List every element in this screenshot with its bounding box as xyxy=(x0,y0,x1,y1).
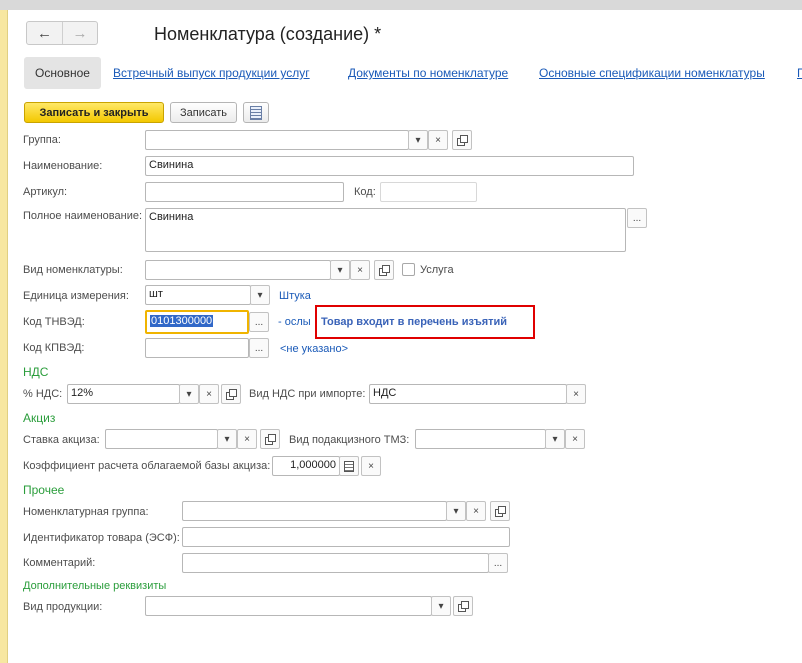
open-copy-icon[interactable] xyxy=(452,130,472,150)
name-field[interactable]: Свинина xyxy=(145,156,634,176)
clear-icon[interactable]: × xyxy=(237,429,257,449)
additional-attributes-link[interactable]: Дополнительные реквизиты xyxy=(23,580,166,592)
comment-field[interactable] xyxy=(182,553,489,573)
excise-section-title: Акциз xyxy=(23,411,56,425)
excise-goods-field[interactable] xyxy=(415,429,546,449)
ellipsis-icon[interactable]: ... xyxy=(488,553,508,573)
clear-icon[interactable]: × xyxy=(361,456,381,476)
save-and-close-button[interactable]: Записать и закрыть xyxy=(24,102,164,123)
kind-label: Вид номенклатуры: xyxy=(23,264,123,276)
kind-field[interactable] xyxy=(145,260,331,280)
dropdown-arrow-icon[interactable]: ▾ xyxy=(330,260,350,280)
article-label: Артикул: xyxy=(23,186,68,198)
forward-arrow-icon[interactable]: → xyxy=(61,22,97,44)
nom-group-label: Номенклатурная группа: xyxy=(23,506,149,518)
back-arrow-icon[interactable]: ← xyxy=(27,22,62,44)
clear-icon[interactable]: × xyxy=(566,384,586,404)
warning-box: Товар входит в перечень изъятий xyxy=(315,305,535,339)
open-copy-icon[interactable] xyxy=(221,384,241,404)
esf-id-field[interactable] xyxy=(182,527,510,547)
calculator-icon[interactable] xyxy=(339,456,359,476)
kpved-label: Код КПВЭД: xyxy=(23,342,85,354)
group-label: Группа: xyxy=(23,134,61,146)
open-copy-icon[interactable] xyxy=(260,429,280,449)
clear-icon[interactable]: × xyxy=(199,384,219,404)
tab-counter-production[interactable]: Встречный выпуск продукции услуг xyxy=(113,66,310,80)
dropdown-arrow-icon[interactable]: ▾ xyxy=(408,130,428,150)
comment-label: Комментарий: xyxy=(23,557,96,569)
dropdown-arrow-icon[interactable]: ▾ xyxy=(217,429,237,449)
tnved-label: Код ТНВЭД: xyxy=(23,316,85,328)
full-name-textarea[interactable]: Свинина xyxy=(145,208,626,252)
top-strip xyxy=(0,0,802,10)
dropdown-arrow-icon[interactable]: ▾ xyxy=(545,429,565,449)
list-button[interactable] xyxy=(243,102,269,123)
vat-section-title: НДС xyxy=(23,365,49,379)
clear-icon[interactable]: × xyxy=(428,130,448,150)
product-kind-label: Вид продукции: xyxy=(23,601,103,613)
page-title: Номенклатура (создание) * xyxy=(154,24,382,44)
dropdown-arrow-icon[interactable]: ▾ xyxy=(431,596,451,616)
vat-rate-field[interactable]: 12% xyxy=(67,384,180,404)
group-field[interactable] xyxy=(145,130,409,150)
name-label: Наименование: xyxy=(23,160,103,172)
unit-hint-link[interactable]: Штука xyxy=(279,290,311,302)
clear-icon[interactable]: × xyxy=(466,501,486,521)
navigation-buttons: ← → xyxy=(26,21,98,45)
ellipsis-icon[interactable]: ... xyxy=(627,208,647,228)
open-copy-icon[interactable] xyxy=(490,501,510,521)
coefficient-label: Коэффициент расчета облагаемой базы акци… xyxy=(23,460,271,472)
kpved-hint-link[interactable]: <не указано> xyxy=(280,343,348,355)
code-label: Код: xyxy=(354,186,376,198)
service-checkbox[interactable] xyxy=(402,263,415,276)
other-section-title: Прочее xyxy=(23,483,65,497)
vat-rate-label: % НДС: xyxy=(23,388,63,400)
tab-specifications[interactable]: Основные спецификации номенклатуры xyxy=(539,66,765,80)
kpved-field[interactable] xyxy=(145,338,249,358)
ellipsis-icon[interactable]: ... xyxy=(249,338,269,358)
tab-main[interactable]: Основное xyxy=(24,57,101,89)
coefficient-field[interactable]: 1,000000 xyxy=(272,456,340,476)
code-field[interactable] xyxy=(380,182,477,202)
clear-icon[interactable]: × xyxy=(350,260,370,280)
esf-id-label: Идентификатор товара (ЭСФ): xyxy=(23,532,180,544)
unit-label: Единица измерения: xyxy=(23,290,129,302)
tnved-hint-link[interactable]: - ослы xyxy=(278,316,311,328)
clear-icon[interactable]: × xyxy=(565,429,585,449)
tnved-field[interactable]: 0101300000 xyxy=(145,310,249,334)
nom-group-field[interactable] xyxy=(182,501,447,521)
tnved-value: 0101300000 xyxy=(150,315,214,327)
dropdown-arrow-icon[interactable]: ▾ xyxy=(179,384,199,404)
warning-text: Товар входит в перечень изъятий xyxy=(321,316,508,328)
unit-field[interactable]: шт xyxy=(145,285,251,305)
excise-rate-label: Ставка акциза: xyxy=(23,434,100,446)
dropdown-arrow-icon[interactable]: ▾ xyxy=(250,285,270,305)
vat-import-label: Вид НДС при импорте: xyxy=(249,388,366,400)
excise-goods-label: Вид подакцизного ТМЗ: xyxy=(289,434,410,446)
left-panel-edge xyxy=(0,10,8,663)
vat-import-field[interactable]: НДС xyxy=(369,384,567,404)
ellipsis-icon[interactable]: ... xyxy=(249,312,269,332)
open-copy-icon[interactable] xyxy=(453,596,473,616)
save-button[interactable]: Записать xyxy=(170,102,237,123)
service-label: Услуга xyxy=(420,264,454,276)
product-kind-field[interactable] xyxy=(145,596,432,616)
full-name-label: Полное наименование: xyxy=(23,210,143,222)
list-icon xyxy=(250,105,262,120)
article-field[interactable] xyxy=(145,182,344,202)
dropdown-arrow-icon[interactable]: ▾ xyxy=(446,501,466,521)
tab-more[interactable]: П xyxy=(797,66,802,80)
excise-rate-field[interactable] xyxy=(105,429,218,449)
tab-documents[interactable]: Документы по номенклатуре xyxy=(348,66,508,80)
open-copy-icon[interactable] xyxy=(374,260,394,280)
